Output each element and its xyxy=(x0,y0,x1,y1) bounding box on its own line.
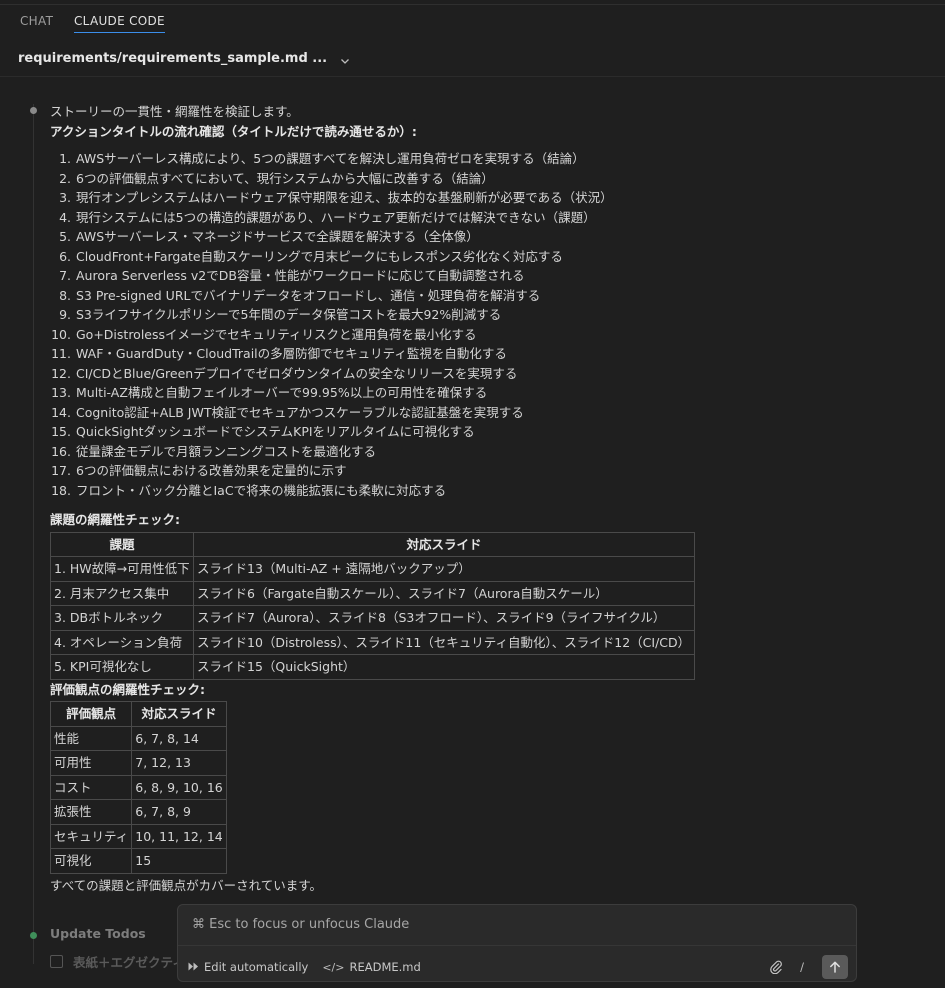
header-divider xyxy=(0,76,945,77)
table-row: 2. 月末アクセス集中 スライド6（Fargate自動スケール）、スライド7（Au… xyxy=(50,580,695,606)
tab-bar: CHAT CLAUDE CODE xyxy=(0,12,945,34)
issues-table: 課題 対応スライド 1. HW故障→可用性低下 スライド13（Multi-AZ +… xyxy=(50,531,695,680)
slash-command-button[interactable]: / xyxy=(794,960,810,974)
input-divider xyxy=(178,945,856,946)
table-row: 拡張性 6, 7, 8, 9 xyxy=(49,799,227,825)
list-item: 10. Go+Distrolessイメージでセキュリティリスクと運用負荷を最小化す… xyxy=(51,326,477,342)
table-row: 性能 6, 7, 8, 14 xyxy=(49,725,227,751)
checkbox-icon xyxy=(50,955,63,968)
fast-forward-icon xyxy=(188,961,199,974)
list-item: 5. AWSサーバーレス・マネージドサービスで全課題を解決する（全体像） xyxy=(59,229,479,244)
code-icon: </> xyxy=(322,960,345,974)
chevron-down-icon[interactable] xyxy=(339,52,351,64)
list-item: 7. Aurora Serverless v2でDB容量・性能がワークロードに応じ… xyxy=(59,268,525,283)
send-button[interactable] xyxy=(822,955,848,979)
todo-item: 表紙＋エグゼクティ xyxy=(50,952,185,971)
list-item: 12. CI/CDとBlue/Greenデプロイでゼロダウンタイムの安全なリリース… xyxy=(51,365,518,381)
edit-mode-label: Edit automatically xyxy=(204,960,309,974)
list-item: 17. 6つの評価観点における改善効果を定量的に示す xyxy=(51,463,347,478)
table-row: 5. KPI可視化なし スライド15（QuickSight） xyxy=(50,654,695,680)
list-item: 18. フロント・バック分離とIaCで将来の機能拡張にも柔軟に対応する xyxy=(51,482,447,498)
tab-chat[interactable]: CHAT xyxy=(20,14,53,32)
list-item: 15. QuickSightダッシュボードでシステムKPIをリアルタイムに可視化す… xyxy=(51,424,475,439)
input-toolbar: Edit automatically </> README.md / xyxy=(188,955,848,979)
intro-text: ストーリーの一貫性・網羅性を検証します。 xyxy=(50,104,299,119)
list-item: 16. 従量課金モデルで月額ランニングコストを最適化する xyxy=(51,443,377,459)
chat-input[interactable]: ⌘ Esc to focus or unfocus Claude xyxy=(192,917,409,932)
table-row: 可用性 7, 12, 13 xyxy=(49,750,227,776)
file-selector[interactable]: requirements/requirements_sample.md ... xyxy=(18,48,351,68)
list-item: 14. Cognito認証+ALB JWT検証でセキュアかつスケーラブルな認証基盤… xyxy=(51,404,524,420)
action-title-list: 1. AWSサーバーレス構成により、5つの課題すべてを解決し運用負荷ゼロを実現する… xyxy=(50,149,730,500)
table-header-row: 評価観点 対応スライド xyxy=(49,701,227,727)
list-item: 4. 現行システムには5つの構造的課題があり、ハードウェア更新だけでは解決できない… xyxy=(59,209,596,225)
message-dot xyxy=(30,107,37,114)
tab-claude-code[interactable]: CLAUDE CODE xyxy=(74,14,165,33)
file-path: requirements/requirements_sample.md ... xyxy=(18,50,328,66)
list-item: 6. CloudFront+Fargate自動スケーリングで月末ピークにもレスポン… xyxy=(59,248,563,264)
file-context-label: README.md xyxy=(349,960,421,974)
paperclip-icon[interactable] xyxy=(766,957,786,977)
timeline-line xyxy=(33,104,34,964)
table-row: 1. HW故障→可用性低下 スライド13（Multi-AZ + 遠隔地バックアップ… xyxy=(50,556,695,582)
list-item: 8. S3 Pre-signed URLでバイナリデータをオフロードし、通信・処理… xyxy=(59,287,541,303)
list-item: 2. 6つの評価観点すべてにおいて、現行システムから大幅に改善する（結論） xyxy=(59,170,494,186)
table-row: セキュリティ 10, 11, 12, 14 xyxy=(49,823,227,849)
edit-mode-button[interactable]: Edit automatically xyxy=(188,960,308,974)
list-item: 11. WAF・GuardDuty・CloudTrailの多層防御でセキュリティ監… xyxy=(51,346,507,361)
summary-text: すべての課題と評価観点がカバーされています。 xyxy=(50,877,323,893)
todo-dot xyxy=(30,932,37,939)
table-header-row: 課題 対応スライド xyxy=(50,531,695,557)
list-item: 9. S3ライフサイクルポリシーで5年間のデータ保管コストを最大92%削減する xyxy=(59,307,502,322)
update-todos-label: Update Todos xyxy=(50,926,146,941)
issues-title: 課題の網羅性チェック: xyxy=(50,512,180,527)
table-row: コスト 6, 8, 9, 10, 16 xyxy=(49,774,227,800)
arrow-up-icon xyxy=(830,961,840,973)
file-context-chip[interactable]: </> README.md xyxy=(322,960,420,974)
criteria-title: 評価観点の網羅性チェック: xyxy=(50,681,205,697)
list-item: 1. AWSサーバーレス構成により、5つの課題すべてを解決し運用負荷ゼロを実現する… xyxy=(59,151,585,166)
table-row: 可視化 15 xyxy=(49,848,227,874)
chat-input-box[interactable]: ⌘ Esc to focus or unfocus Claude Edit au… xyxy=(177,904,857,982)
transcript[interactable]: ストーリーの一貫性・網羅性を検証します。 アクションタイトルの流れ確認（タイトル… xyxy=(0,90,945,988)
actions-title: アクションタイトルの流れ確認（タイトルだけで読み通せるか）: xyxy=(50,123,417,139)
list-item: 13. Multi-AZ構成と自動フェイルオーバーで99.95%以上の可用性を確保… xyxy=(51,385,488,400)
assistant-message: ストーリーの一貫性・網羅性を検証します。 アクションタイトルの流れ確認（タイトル… xyxy=(49,102,730,895)
top-border xyxy=(0,4,945,5)
table-row: 4. オペレーション負荷 スライド10（Distroless）、スライド11（セキ… xyxy=(50,629,695,655)
criteria-table: 評価観点 対応スライド 性能 6, 7, 8, 14 可用性 7, 12, 13 コ… xyxy=(49,701,227,874)
list-item: 3. 現行オンプレシステムはハードウェア保守期限を迎え、抜本的な基盤刷新が必要であ… xyxy=(59,190,613,205)
table-row: 3. DBボトルネック スライド7（Aurora）、スライド8（S3オフロード）、… xyxy=(50,605,695,631)
